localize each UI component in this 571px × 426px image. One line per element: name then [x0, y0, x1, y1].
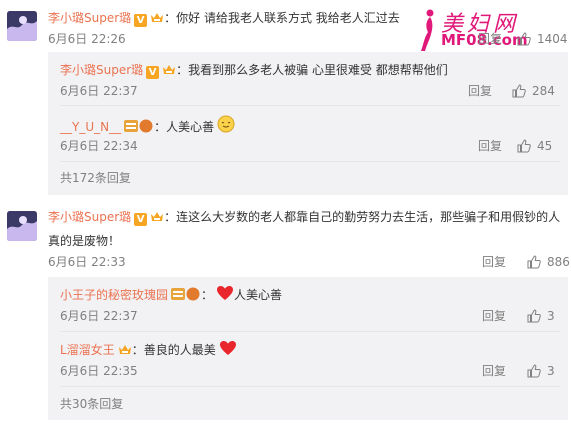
verified-badge-icon: V: [146, 66, 160, 79]
like-button[interactable]: 3: [527, 307, 555, 325]
reply-text: 人美心善: [234, 288, 283, 302]
heart-emoji-icon: [217, 286, 234, 300]
verified-badge-icon: V: [134, 14, 148, 27]
lady-silhouette-icon: [421, 9, 434, 51]
thumbs-up-icon: [527, 309, 541, 323]
divider: [60, 161, 560, 162]
level-badge-icon: [171, 287, 200, 301]
like-count: 3: [547, 309, 555, 323]
more-replies-link[interactable]: 共172条回复: [60, 169, 131, 187]
like-button[interactable]: 3: [527, 362, 555, 380]
verified-badge-icon: V: [134, 213, 148, 226]
comment-header: 李小璐Super璐 V ：连这么大岁数的老人都靠自己的勤劳努力去生活，那些骗子和用假…: [48, 208, 560, 226]
reply-header: 李小璐Super璐 V ：我看到那么多老人被骗 心里很难受 都想帮帮他们: [60, 61, 448, 79]
vip-crown-icon: [151, 212, 164, 221]
like-button[interactable]: 45: [517, 137, 552, 155]
reply-text: ：人美心善: [154, 120, 215, 134]
reply-header: __Y_U_N__ ：人美心善: [60, 115, 235, 136]
username-link[interactable]: L溜溜女王: [60, 343, 115, 357]
like-count: 886: [547, 255, 570, 269]
like-button[interactable]: 886: [527, 253, 570, 271]
username-link[interactable]: 小王子的秘密玫瑰园: [60, 288, 168, 302]
reply-text: ：我看到那么多老人被骗 心里很难受 都想帮帮他们: [176, 63, 448, 77]
reply-time: 6月6日 22:35: [60, 364, 138, 378]
vip-crown-icon: [151, 13, 164, 22]
like-count: 284: [532, 84, 555, 98]
thumbs-up-icon: [527, 255, 541, 269]
vip-crown-icon: [118, 345, 131, 354]
thumbs-up-icon: [527, 364, 541, 378]
avatar[interactable]: [7, 211, 37, 241]
like-count: 45: [537, 139, 553, 153]
divider: [60, 105, 560, 106]
reply-button[interactable]: 回复: [478, 30, 502, 48]
like-count: 3: [547, 364, 555, 378]
username-link[interactable]: 李小璐Super璐: [60, 63, 143, 77]
reply-text: ：善良的人最美: [131, 343, 216, 357]
like-button[interactable]: 1404: [517, 30, 568, 48]
like-count: 1404: [537, 32, 568, 46]
heart-emoji-icon: [219, 341, 236, 355]
reply-time: 6月6日 22:37: [60, 84, 138, 98]
username-link[interactable]: 李小璐Super璐: [48, 210, 131, 224]
comment-header: 李小璐Super璐 V ：你好 请给我老人联系方式 我给老人汇过去: [48, 9, 400, 27]
reply-button[interactable]: 回复: [478, 137, 502, 155]
reply-header: L溜溜女王 ：善良的人最美: [60, 340, 237, 359]
reply-time: 6月6日 22:37: [60, 309, 138, 323]
vip-crown-icon: [163, 65, 176, 74]
thumbs-up-icon: [517, 139, 531, 153]
comment-text-continued: 真的是废物！: [48, 234, 121, 248]
username-link[interactable]: __Y_U_N__: [60, 120, 121, 134]
reply-button[interactable]: 回复: [482, 362, 506, 380]
level-badge-icon: [124, 119, 153, 133]
divider: [60, 331, 560, 332]
reply-time: 6月6日 22:34: [60, 139, 138, 153]
thumbs-up-icon: [512, 84, 526, 98]
reply-button[interactable]: 回复: [468, 82, 492, 100]
more-replies-link[interactable]: 共30条回复: [60, 395, 123, 413]
divider: [60, 386, 560, 387]
comment-text: ：你好 请给我老人联系方式 我给老人汇过去: [164, 11, 400, 25]
comment-time: 6月6日 22:26: [48, 32, 126, 46]
comment-text: ：连这么大岁数的老人都靠自己的勤劳努力去生活，那些骗子和用假钞的人: [164, 210, 561, 224]
reply-button[interactable]: 回复: [482, 253, 506, 271]
comment-time: 6月6日 22:33: [48, 255, 126, 269]
thumbs-up-icon: [517, 32, 531, 46]
like-button[interactable]: 284: [512, 82, 555, 100]
avatar[interactable]: [7, 11, 37, 41]
reply-header: 小王子的秘密玫瑰园：人美心善: [60, 285, 282, 304]
username-link[interactable]: 李小璐Super璐: [48, 11, 131, 25]
smile-emoji-icon: [217, 115, 235, 133]
reply-button[interactable]: 回复: [482, 307, 506, 325]
